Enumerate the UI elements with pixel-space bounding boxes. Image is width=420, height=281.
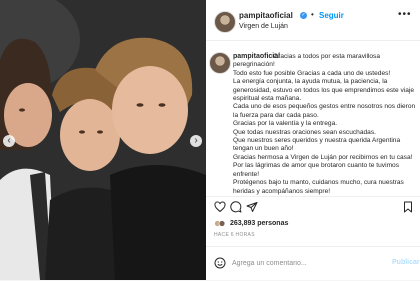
emoji-icon[interactable] (214, 257, 226, 269)
chevron-right-icon[interactable]: › (190, 135, 202, 147)
more-options-button[interactable]: ••• (398, 9, 412, 20)
post-details: pampitaoficial ✓ • Seguir Virgen de Lujá… (206, 0, 420, 280)
caption-area: pampitaoficial Gracias a todos por esta … (206, 40, 420, 195)
caption-avatar[interactable] (209, 52, 231, 74)
bookmark-icon[interactable] (402, 201, 414, 213)
publish-button[interactable]: Publicar (392, 259, 420, 266)
location-link[interactable]: Virgen de Luján (239, 23, 288, 30)
family-photo-illustration (0, 0, 206, 280)
avatar[interactable] (214, 11, 236, 33)
heart-icon[interactable] (214, 201, 226, 213)
post-time: HACE 6 HORAS (214, 232, 255, 238)
comment-bar: Publicar (206, 246, 420, 281)
share-icon[interactable] (246, 201, 258, 213)
instagram-post: ‹ › pampitaoficial ✓ • Seguir Virgen de … (0, 0, 420, 280)
chevron-left-icon[interactable]: ‹ (3, 135, 15, 147)
verified-icon: ✓ (300, 12, 307, 19)
likes-count[interactable]: 263,893 personas (230, 220, 288, 227)
username-link[interactable]: pampitaoficial (239, 11, 293, 20)
comment-input[interactable] (232, 256, 382, 270)
comment-icon[interactable] (230, 201, 242, 213)
caption-text: Gracias a todos por esta maravillosa per… (233, 53, 416, 195)
separator: • (311, 10, 314, 19)
follow-button[interactable]: Seguir (319, 11, 344, 20)
post-photo[interactable]: ‹ › (0, 0, 206, 280)
post-header: pampitaoficial ✓ • Seguir Virgen de Lujá… (206, 0, 420, 41)
likes-avatars-icon (214, 220, 226, 227)
action-bar (206, 196, 420, 217)
